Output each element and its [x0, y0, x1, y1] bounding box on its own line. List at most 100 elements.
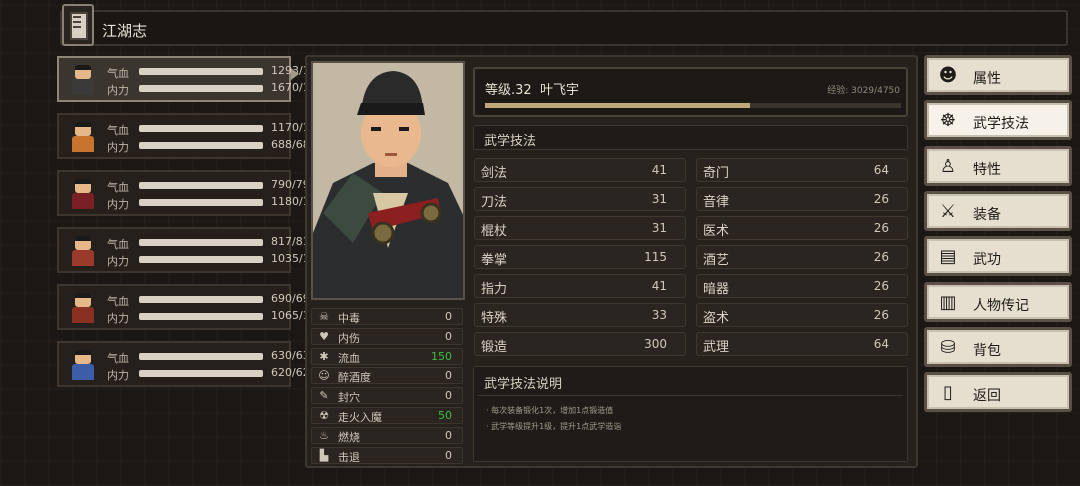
portrait-illustration	[313, 63, 463, 298]
level-text: 等级.32	[485, 83, 532, 98]
status-effect-value: 0	[445, 310, 452, 323]
selection-arrow-icon	[291, 68, 299, 80]
skill-row[interactable]: 武理 64	[696, 332, 908, 356]
menu-button[interactable]: ⛁ 背包	[924, 326, 1072, 367]
skill-row[interactable]: 暗器 26	[696, 274, 908, 298]
menu-button[interactable]: ☸ 武学技法	[924, 100, 1072, 141]
skill-row[interactable]: 指力 41	[474, 274, 686, 298]
party-member-card[interactable]: 气血 630/630 内力 620/620	[57, 341, 317, 387]
skill-row[interactable]: 奇门 64	[696, 158, 908, 182]
status-effect-name: 内伤	[338, 331, 360, 345]
mp-label: 内力	[107, 312, 129, 325]
mp-bar	[139, 142, 263, 149]
skill-row[interactable]: 剑法 41	[474, 158, 686, 182]
hp-label: 气血	[107, 238, 129, 251]
party-member-card[interactable]: 气血 690/690 内力 1065/1065	[57, 284, 331, 330]
skill-row[interactable]: 音律 26	[696, 187, 908, 211]
skill-row[interactable]: 医术 26	[696, 216, 908, 240]
party-member-avatar	[65, 61, 101, 99]
skill-row[interactable]: 酒艺 26	[696, 245, 908, 269]
mp-label: 内力	[107, 84, 129, 97]
mp-label: 内力	[107, 369, 129, 382]
scroll-icon: ▤	[939, 246, 957, 268]
status-effect-name: 燃烧	[338, 430, 360, 444]
skill-name: 医术	[703, 224, 730, 239]
exp-text: 经验: 3029/4750	[827, 86, 900, 96]
broken-heart-icon: ♥	[319, 329, 329, 343]
menu-button[interactable]: ♙ 特性	[924, 145, 1072, 186]
party-member-avatar	[65, 346, 101, 384]
menu-button[interactable]: ☻ 属性	[924, 55, 1072, 95]
mp-bar	[139, 313, 263, 320]
skill-name: 特殊	[481, 311, 508, 326]
skill-row[interactable]: 拳掌 115	[474, 245, 686, 269]
status-effect-value: 0	[445, 369, 452, 383]
mp-label: 内力	[107, 198, 129, 211]
menu-label: 装备	[973, 206, 1001, 223]
skill-row[interactable]: 特殊 33	[474, 303, 686, 327]
skill-name: 暗器	[703, 282, 730, 297]
party-member-card[interactable]: 气血 1293/1293 内力 1670/1670	[57, 56, 331, 102]
skill-value: 64	[873, 337, 889, 351]
status-effect-row: ♨ 燃烧 0	[311, 426, 463, 444]
mp-bar	[139, 85, 263, 92]
menu-label: 返回	[973, 388, 1001, 405]
menu-label: 武学技法	[973, 116, 1029, 133]
section-title: 武学技法	[473, 125, 908, 150]
blood-drop-icon: ✱	[319, 349, 329, 363]
menu-button[interactable]: ▥ 人物传记	[924, 281, 1072, 322]
needle-icon: ✎	[319, 389, 329, 403]
skull-icon: ☠	[319, 310, 329, 323]
trait-icon: ♙	[939, 155, 957, 177]
skill-value: 26	[873, 279, 889, 293]
status-effect-name: 中毒	[338, 312, 360, 325]
party-member-card[interactable]: 气血 817/817 内力 1035/1035	[57, 227, 331, 273]
exp-bar-fill	[485, 103, 751, 108]
skill-name: 酒艺	[703, 253, 730, 268]
party-member-card[interactable]: 气血 1170/1170 内力 688/688	[57, 113, 331, 159]
skill-value: 26	[873, 308, 889, 322]
skill-value: 26	[873, 221, 889, 235]
character-name: 叶飞宇	[539, 83, 579, 98]
status-effect-row: ☺ 醉酒度 0	[311, 367, 463, 385]
skill-row[interactable]: 刀法 31	[474, 187, 686, 211]
mp-bar	[139, 370, 263, 377]
door-icon: ▯	[943, 382, 953, 404]
hp-label: 气血	[107, 295, 129, 308]
skill-value: 26	[873, 250, 889, 264]
skill-name: 棍杖	[481, 224, 508, 239]
menu-button[interactable]: ▯ 返回	[924, 372, 1072, 413]
skill-row[interactable]: 棍杖 31	[474, 216, 686, 240]
hp-label: 气血	[107, 124, 129, 137]
sword-icon: ⚔	[939, 200, 957, 222]
skill-row[interactable]: 盗术 26	[696, 303, 908, 327]
skill-name: 拳掌	[481, 253, 508, 268]
meditation-icon: ☸	[939, 110, 957, 132]
status-effect-value: 0	[445, 428, 452, 442]
mp-label: 内力	[107, 255, 129, 268]
menu-label: 属性	[973, 71, 1001, 87]
skill-value: 33	[651, 308, 667, 322]
hp-bar	[139, 296, 263, 303]
hp-bar	[139, 239, 263, 246]
menu-button[interactable]: ⚔ 装备	[924, 190, 1072, 231]
title-bar: 江湖志	[60, 10, 1068, 46]
skill-value: 41	[651, 279, 667, 293]
skill-value: 115	[644, 250, 667, 264]
skill-name: 锻造	[481, 340, 508, 355]
status-effect-row: ☠ 中毒 0	[311, 308, 463, 325]
hp-bar	[139, 68, 263, 75]
party-member-avatar	[65, 175, 101, 213]
party-member-avatar	[65, 118, 101, 156]
skill-row[interactable]: 锻造 300	[474, 332, 686, 356]
skill-name: 音律	[703, 195, 730, 210]
party-member-card[interactable]: 气血 790/790 内力 1180/1180	[57, 170, 331, 216]
status-effect-name: 走火入魔	[338, 411, 382, 424]
skill-value: 31	[651, 192, 667, 206]
hp-bar	[139, 125, 263, 132]
status-effect-name: 醉酒度	[338, 371, 371, 385]
status-effect-value: 50	[438, 409, 452, 422]
menu-button[interactable]: ▤ 武功	[924, 236, 1072, 277]
status-effect-row: ✎ 封穴 0	[311, 387, 463, 405]
skill-name: 盗术	[703, 311, 730, 326]
